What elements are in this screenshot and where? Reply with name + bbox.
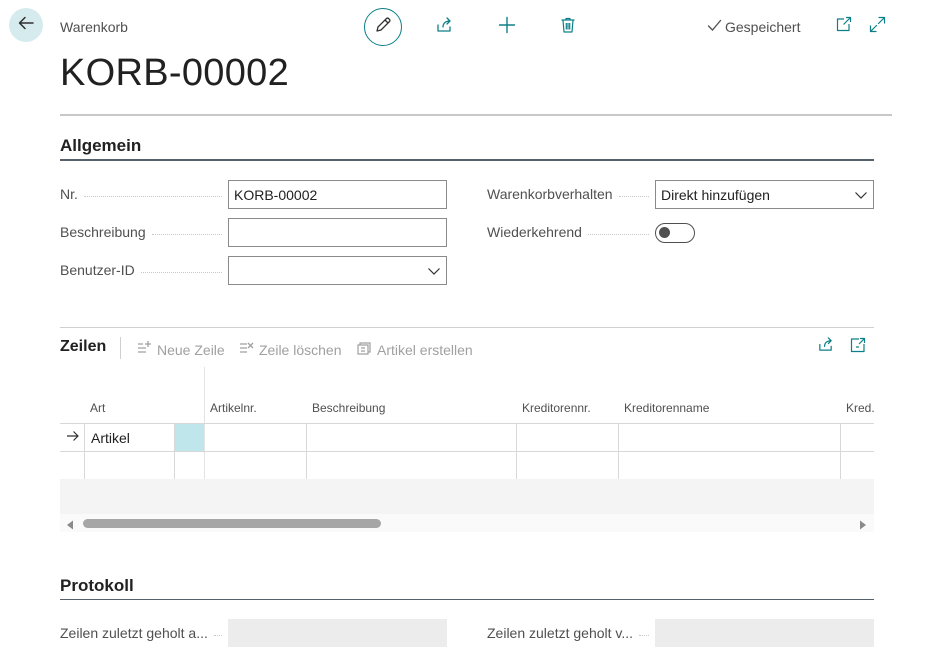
- column-header-kreditorenname[interactable]: Kreditorenname: [624, 401, 709, 415]
- saved-label: Gespeichert: [725, 19, 801, 35]
- column-header-kred[interactable]: Kred.: [846, 401, 875, 415]
- arrow-right-icon: [66, 429, 80, 447]
- saved-status: Gespeichert: [707, 18, 800, 36]
- page-title: KORB-00002: [60, 52, 290, 94]
- nr-value: KORB-00002: [234, 186, 318, 203]
- expand-icon: [869, 16, 886, 38]
- grid-col-border: [618, 423, 619, 479]
- lines-top-divider: [60, 327, 874, 328]
- arrow-left-icon: [17, 14, 35, 37]
- scrollbar-thumb[interactable]: [83, 519, 381, 528]
- delete-line-action[interactable]: Zeile löschen: [238, 340, 342, 359]
- lines-fetched-at-field: [228, 619, 447, 647]
- beschreibung-label-text: Beschreibung: [60, 224, 146, 240]
- beschreibung-field[interactable]: [228, 218, 447, 247]
- back-button[interactable]: [9, 8, 43, 42]
- title-divider: [60, 114, 892, 116]
- benutzer-id-dropdown[interactable]: [228, 256, 447, 285]
- page-caption: Warenkorb: [60, 19, 128, 35]
- trash-icon: [559, 16, 577, 39]
- checkmark-icon: [707, 18, 722, 36]
- toggle-knob: [659, 227, 670, 238]
- row-1-art-cell[interactable]: Artikel: [91, 430, 130, 446]
- create-item-action[interactable]: Artikel erstellen: [356, 340, 473, 359]
- delete-button[interactable]: [557, 16, 579, 38]
- lines-fetched-at-label-text: Zeilen zuletzt geholt a...: [60, 625, 208, 641]
- lines-title-separator: [120, 337, 121, 359]
- column-header-kreditorennr[interactable]: Kreditorennr.: [522, 401, 591, 415]
- column-header-art[interactable]: Art: [90, 401, 105, 415]
- grid-col-border: [306, 423, 307, 479]
- lines-fetched-by-field: [655, 619, 874, 647]
- warenkorbverhalten-field-label: Warenkorbverhalten: [487, 186, 655, 202]
- benutzer-id-field-label: Benutzer-ID: [60, 262, 228, 278]
- plus-icon: [498, 16, 516, 39]
- grid-col-border: [840, 423, 841, 479]
- pencil-icon: [374, 16, 392, 39]
- new-line-icon: [136, 340, 152, 359]
- row-1-selected-cell[interactable]: [175, 424, 204, 451]
- new-line-label: Neue Zeile: [157, 341, 225, 358]
- create-item-label: Artikel erstellen: [377, 341, 473, 358]
- lines-fetched-by-label-text: Zeilen zuletzt geholt v...: [487, 625, 634, 641]
- general-section-title[interactable]: Allgemein: [60, 136, 141, 156]
- protocol-section-title[interactable]: Protokoll: [60, 576, 134, 596]
- open-in-new-window-icon: [835, 16, 852, 38]
- scroll-left-arrow-icon[interactable]: [66, 517, 74, 535]
- grid-empty-area: [60, 479, 874, 514]
- warenkorbverhalten-dropdown[interactable]: Direkt hinzufügen: [655, 180, 874, 209]
- column-header-beschreibung[interactable]: Beschreibung: [312, 401, 385, 415]
- row-indicator[interactable]: [62, 424, 84, 451]
- chevron-down-icon: [854, 187, 868, 203]
- lines-title[interactable]: Zeilen: [60, 338, 106, 356]
- lines-focus-mode-button[interactable]: [847, 336, 869, 358]
- chevron-down-icon: [427, 263, 441, 279]
- focus-mode-icon: [850, 337, 866, 358]
- benutzer-id-label-text: Benutzer-ID: [60, 262, 135, 278]
- share-icon: [435, 16, 453, 39]
- column-header-artikelnr[interactable]: Artikelnr.: [210, 401, 257, 415]
- new-line-action[interactable]: Neue Zeile: [136, 340, 225, 359]
- nr-label-text: Nr.: [60, 186, 78, 202]
- lines-fetched-by-label: Zeilen zuletzt geholt v...: [487, 625, 655, 641]
- grid-row-border: [60, 451, 874, 452]
- edit-button[interactable]: [364, 8, 402, 46]
- delete-line-icon: [238, 340, 254, 359]
- delete-line-label: Zeile löschen: [259, 341, 342, 358]
- protocol-section-divider: [60, 599, 874, 600]
- lines-fetched-at-label: Zeilen zuletzt geholt a...: [60, 625, 228, 641]
- lines-share-button[interactable]: [814, 336, 836, 358]
- wiederkehrend-label-text: Wiederkehrend: [487, 224, 582, 240]
- wiederkehrend-toggle[interactable]: [655, 223, 695, 243]
- grid-col-border: [84, 423, 85, 479]
- nr-field-label: Nr.: [60, 186, 228, 202]
- expand-button[interactable]: [866, 16, 888, 38]
- open-new-window-button[interactable]: [832, 16, 854, 38]
- nr-field[interactable]: KORB-00002: [228, 180, 447, 209]
- grid-col-border: [516, 423, 517, 479]
- scroll-right-arrow-icon[interactable]: [859, 517, 867, 535]
- warenkorbverhalten-label-text: Warenkorbverhalten: [487, 186, 613, 202]
- beschreibung-field-label: Beschreibung: [60, 224, 228, 240]
- general-section-divider: [60, 159, 874, 161]
- wiederkehrend-field-label: Wiederkehrend: [487, 224, 655, 240]
- create-item-icon: [356, 340, 372, 359]
- share-button[interactable]: [433, 16, 455, 38]
- warenkorbverhalten-value: Direkt hinzufügen: [661, 186, 770, 203]
- new-button[interactable]: [496, 16, 518, 38]
- share-icon: [817, 336, 834, 358]
